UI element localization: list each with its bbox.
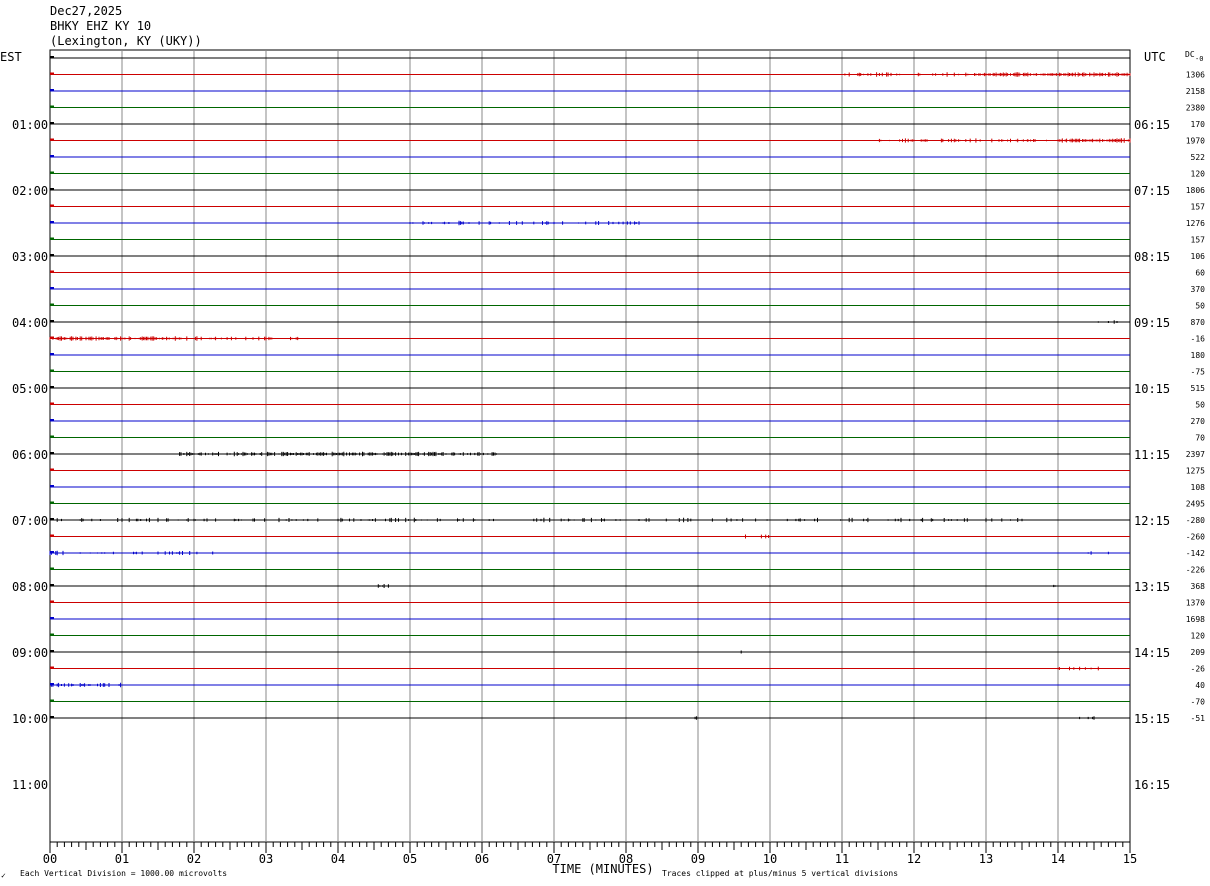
x-tick-label: 15 <box>1123 852 1137 866</box>
dc-offset-value: 70 <box>1195 434 1205 443</box>
x-tick-label: 14 <box>1051 852 1065 866</box>
dc-offset-value: 1806 <box>1186 186 1205 195</box>
utc-axis-label: UTC <box>1144 50 1166 64</box>
utc-hour-label: 11:15 <box>1134 448 1170 462</box>
est-axis-label: EST <box>0 50 22 64</box>
dc-offset-value: -70 <box>1191 698 1206 707</box>
est-hour-label: 09:00 <box>12 646 48 660</box>
dc-offset-value: -51 <box>1191 714 1206 723</box>
dc-offset-value: 368 <box>1191 582 1206 591</box>
dc-offset-value: 209 <box>1191 648 1206 657</box>
dc-offset-value: 50 <box>1195 302 1205 311</box>
utc-hour-label: 10:15 <box>1134 382 1170 396</box>
dc-offset-value: -75 <box>1191 368 1206 377</box>
utc-hour-label: 07:15 <box>1134 184 1170 198</box>
dc-offset-value: 2397 <box>1186 450 1205 459</box>
dc-offset-value: -142 <box>1186 549 1205 558</box>
est-hour-label: 08:00 <box>12 580 48 594</box>
dc-offset-value: 1970 <box>1186 137 1205 146</box>
dc-offset-value: 1306 <box>1186 71 1205 80</box>
utc-hour-label: 08:15 <box>1134 250 1170 264</box>
x-tick-label: 11 <box>835 852 849 866</box>
est-hour-label: 04:00 <box>12 316 48 330</box>
dc-unit-label: -0 <box>1195 55 1203 63</box>
dc-offset-value: 2495 <box>1186 500 1205 509</box>
plot-frame <box>49 49 1131 843</box>
dc-offset-value: 60 <box>1195 269 1205 278</box>
est-hour-label: 10:00 <box>12 712 48 726</box>
utc-hour-label: 13:15 <box>1134 580 1170 594</box>
est-hour-label: 01:00 <box>12 118 48 132</box>
dc-label: DC <box>1185 50 1195 59</box>
est-hour-label: 11:00 <box>12 778 48 792</box>
corner-mark: ✓ <box>1 871 6 880</box>
helicorder-plot: EST UTC DC -0 01:00 02:00 03:00 04:00 05:00 06:00… <box>0 49 1206 880</box>
est-hour-label: 05:00 <box>12 382 48 396</box>
dc-offset-value: 370 <box>1191 285 1206 294</box>
dc-offset-value: -226 <box>1186 566 1205 575</box>
dc-offset-value: 170 <box>1191 120 1206 129</box>
dc-offset-value: 120 <box>1191 170 1206 179</box>
dc-offset-value: 1698 <box>1186 615 1205 624</box>
x-tick-label: 05 <box>403 852 417 866</box>
dc-offset-value: 270 <box>1191 417 1206 426</box>
est-hour-label: 03:00 <box>12 250 48 264</box>
dc-offset-value: 1370 <box>1186 599 1205 608</box>
scale-note: Each Vertical Division = 1000.00 microvo… <box>20 869 227 878</box>
x-tick-label: 10 <box>763 852 777 866</box>
utc-hour-label: 06:15 <box>1134 118 1170 132</box>
dc-offset-value: -16 <box>1191 335 1206 344</box>
dc-offset-value: 870 <box>1191 318 1206 327</box>
dc-offset-value: 120 <box>1191 632 1206 641</box>
dc-offset-value: 2380 <box>1186 104 1205 113</box>
x-axis-title: TIME (MINUTES) <box>552 862 653 876</box>
x-tick-label: 12 <box>907 852 921 866</box>
dc-offset-value: 180 <box>1191 351 1206 360</box>
est-hour-label: 06:00 <box>12 448 48 462</box>
utc-hour-label: 15:15 <box>1134 712 1170 726</box>
dc-offset-value: 2158 <box>1186 87 1205 96</box>
dc-offset-value: 522 <box>1191 153 1206 162</box>
utc-hour-label: 14:15 <box>1134 646 1170 660</box>
dc-offset-value: -260 <box>1186 533 1205 542</box>
utc-hour-label: 12:15 <box>1134 514 1170 528</box>
x-tick-label: 04 <box>331 852 345 866</box>
dc-offset-value: -280 <box>1186 516 1205 525</box>
x-tick-label: 06 <box>475 852 489 866</box>
dc-offset-value: 106 <box>1191 252 1206 261</box>
dc-offset-value: 157 <box>1191 203 1206 212</box>
x-tick-label: 13 <box>979 852 993 866</box>
dc-offset-value: 50 <box>1195 401 1205 410</box>
dc-offset-value: 1276 <box>1186 219 1205 228</box>
dc-offset-value: -26 <box>1191 665 1206 674</box>
utc-hour-label: 16:15 <box>1134 778 1170 792</box>
est-hour-label: 02:00 <box>12 184 48 198</box>
est-hour-label: 07:00 <box>12 514 48 528</box>
dc-offset-value: 1275 <box>1186 467 1205 476</box>
x-tick-label: 01 <box>115 852 129 866</box>
x-tick-label: 02 <box>187 852 201 866</box>
utc-hour-label: 09:15 <box>1134 316 1170 330</box>
dc-offset-value: 515 <box>1191 384 1206 393</box>
clip-note: Traces clipped at plus/minus 5 vertical … <box>662 869 898 878</box>
dc-offset-value: 108 <box>1191 483 1206 492</box>
x-tick-label: 09 <box>691 852 705 866</box>
dc-offset-value: 157 <box>1191 236 1206 245</box>
dc-offset-value: 40 <box>1195 681 1205 690</box>
x-tick-label: 00 <box>43 852 57 866</box>
x-tick-label: 03 <box>259 852 273 866</box>
